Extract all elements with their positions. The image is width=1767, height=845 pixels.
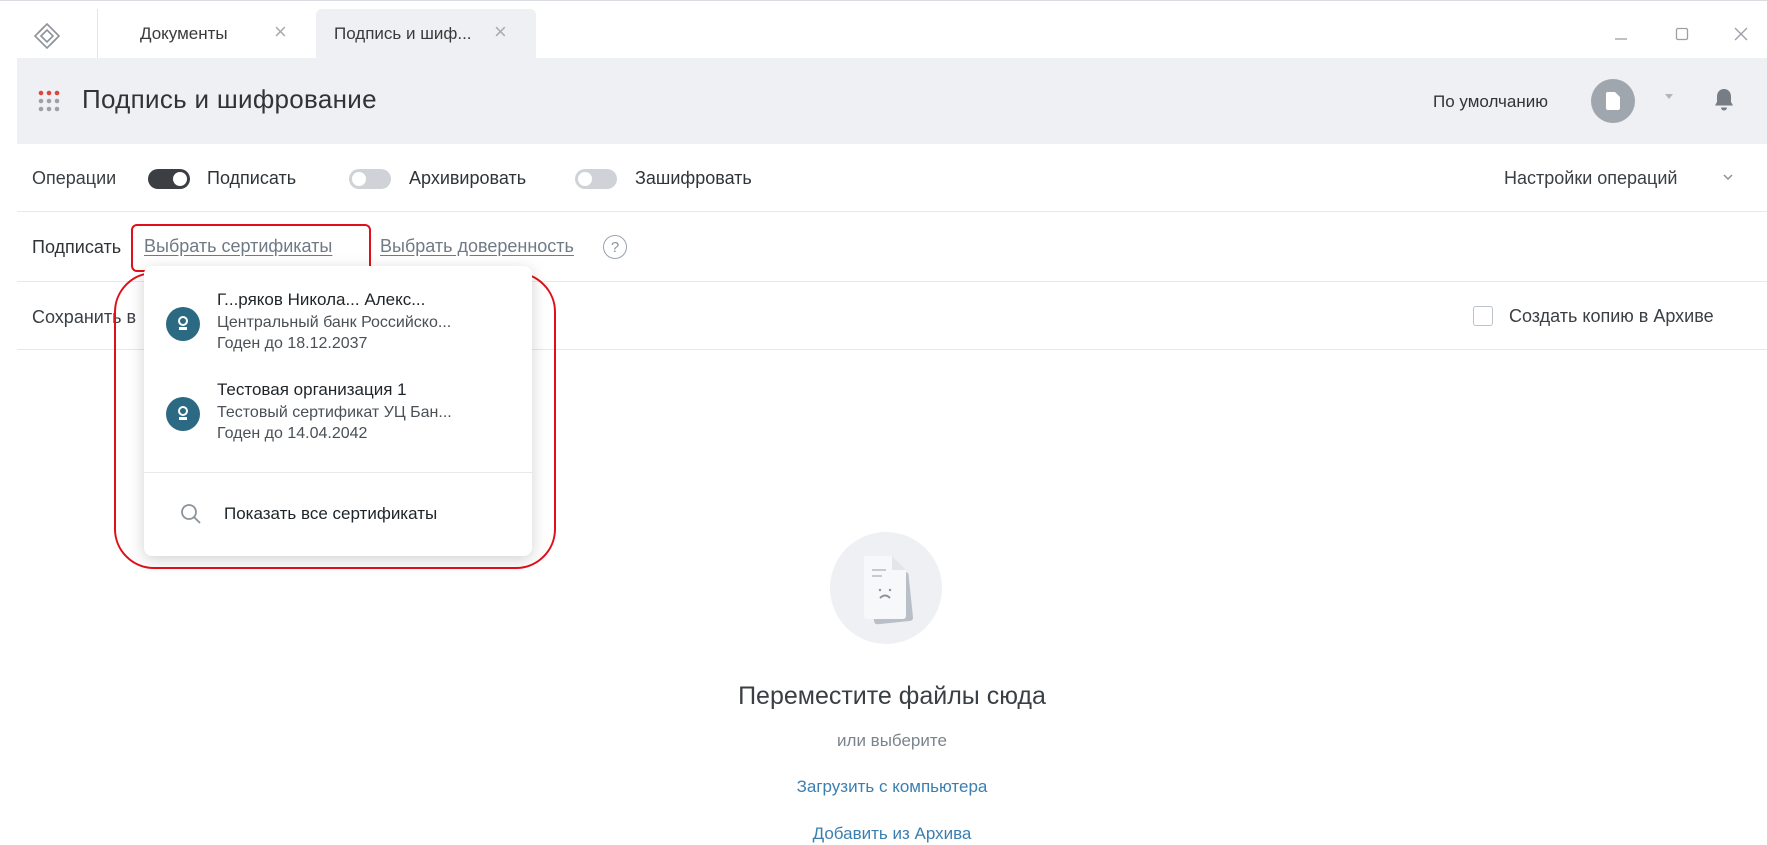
document-icon [1605,92,1620,110]
apps-grid-icon[interactable] [38,90,60,112]
operations-settings-button[interactable]: Настройки операций [1504,168,1677,189]
bell-icon[interactable] [1712,87,1736,113]
certificate-icon [166,307,200,341]
empty-documents-icon [830,532,942,644]
select-power-of-attorney-link[interactable]: Выбрать доверенность [380,236,574,257]
certificate-item[interactable]: Г...ряков Никола... Алекс... Центральный… [144,266,532,356]
close-icon[interactable]: × [494,21,507,43]
window-close-button[interactable] [1726,19,1756,49]
upload-from-computer-link-row: Загрузить с компьютера [0,777,1767,797]
help-icon[interactable]: ? [603,235,627,259]
close-icon [1734,27,1748,41]
archive-toggle-label: Архивировать [409,168,527,188]
certificate-name: Г...ряков Никола... Алекс... [217,290,426,309]
sign-label: Подписать [32,237,122,257]
maximize-icon [1675,27,1689,41]
empty-state-title: Переместите файлы сюда [738,682,1046,710]
certificate-org: Тестовый сертификат УЦ Бан... [217,404,452,421]
show-all-certificates-label: Показать все сертификаты [224,504,438,523]
certificate-icon [166,397,200,431]
page-title: Подпись и шифрование [82,84,377,114]
certificate-org: Центральный банк Российско... [217,314,452,331]
encrypt-toggle-label: Зашифровать [635,168,752,188]
certificate-name: Тестовая организация 1 [217,380,407,399]
dropdown-divider [144,472,532,473]
certificate-validity: Годен до 18.12.2037 [217,335,368,352]
profile-label[interactable]: По умолчанию [1433,92,1548,112]
page-header: Подпись и шифрование По умолчанию [17,58,1767,144]
chevron-down-icon[interactable] [1665,94,1673,99]
certificate-validity: Годен до 14.04.2042 [217,425,368,442]
tab-documents-label: Документы [140,24,228,43]
avatar[interactable] [1591,79,1635,123]
operations-row: Операции Подписать Архивировать Зашифров… [17,144,1767,212]
minimize-icon [1615,38,1627,40]
close-icon[interactable]: × [274,21,287,43]
app-logo-icon[interactable] [32,21,62,51]
add-from-archive-link[interactable]: Добавить из Архива [813,824,972,843]
tab-sign-encrypt-label: Подпись и шиф... [334,24,472,43]
tab-sign-encrypt[interactable]: Подпись и шиф... × [316,9,536,59]
archive-copy-label: Создать копию в Архиве [1509,306,1714,326]
certificate-item[interactable]: Тестовая организация 1 Тестовый сертифик… [144,356,532,446]
chevron-down-icon[interactable] [1721,170,1735,184]
tab-documents[interactable]: Документы × [98,9,314,59]
upload-from-computer-link[interactable]: Загрузить с компьютера [797,777,988,796]
show-all-certificates-button[interactable]: Показать все сертификаты [144,474,532,556]
tab-bar: Документы × Подпись и шиф... × [0,0,1767,59]
sign-toggle[interactable] [148,169,190,189]
highlight-select-certificates [131,224,371,272]
search-icon [181,504,201,524]
archive-copy-checkbox[interactable] [1473,306,1493,326]
encrypt-toggle[interactable] [575,169,617,189]
operations-label: Операции [32,168,117,188]
empty-state-subtitle: или выберите [837,731,947,750]
sign-toggle-label: Подписать [207,168,297,188]
certificate-dropdown: Г...ряков Никола... Алекс... Центральный… [144,266,532,556]
minimize-button[interactable] [1606,19,1636,49]
maximize-button[interactable] [1667,19,1697,49]
archive-toggle[interactable] [349,169,391,189]
add-from-archive-link-row: Добавить из Архива [0,824,1767,844]
